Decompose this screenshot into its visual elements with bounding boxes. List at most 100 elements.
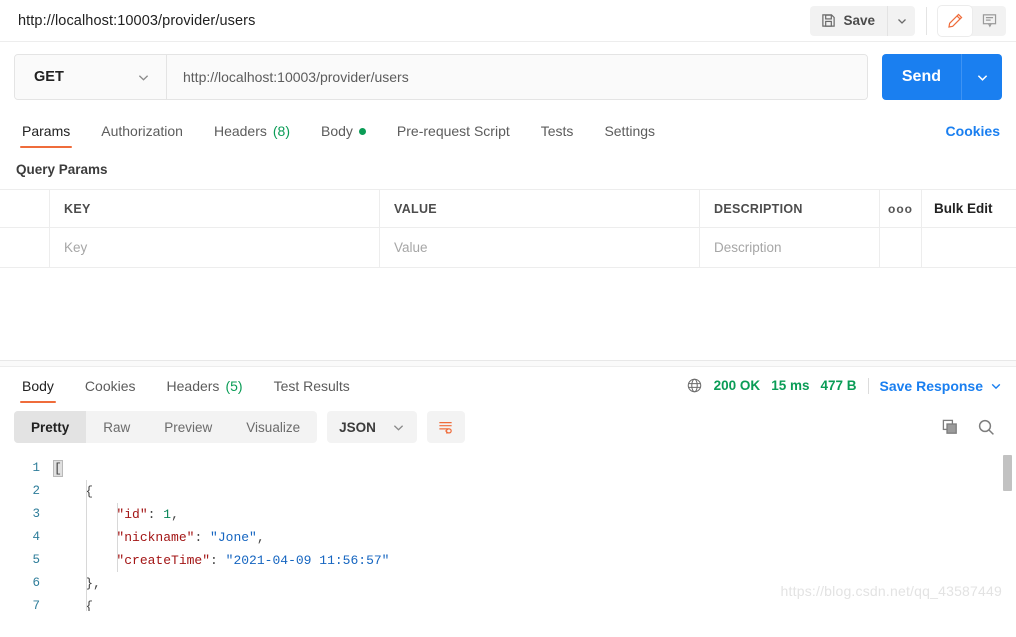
send-button[interactable]: Send	[881, 54, 961, 100]
response-tabs: Body Cookies Headers (5) Test Results 20…	[0, 367, 1016, 403]
headers-count-badge: (8)	[272, 123, 290, 139]
response-size: 477 B	[820, 378, 857, 393]
query-params-table: KEY VALUE DESCRIPTION ooo Bulk Edit Key …	[0, 189, 1016, 268]
send-dropdown-button[interactable]	[961, 54, 1002, 100]
chevron-down-icon	[990, 380, 1002, 392]
comment-button[interactable]	[972, 6, 1006, 36]
request-empty-area	[0, 268, 1016, 360]
response-actions	[941, 418, 1002, 437]
chevron-down-icon	[976, 71, 989, 84]
chevron-down-icon	[137, 71, 150, 84]
response-status-bar: 200 OK 15 ms 477 B Save Response	[686, 377, 1002, 403]
view-mode-preview[interactable]: Preview	[147, 411, 229, 443]
search-icon	[977, 418, 996, 437]
response-tab-headers[interactable]: Headers (5)	[157, 378, 253, 403]
code-token: {	[54, 599, 94, 611]
top-bar: http://localhost:10003/provider/users Sa…	[0, 0, 1016, 42]
header-value: VALUE	[380, 190, 700, 227]
url-row: GET http://localhost:10003/provider/user…	[0, 42, 1016, 114]
param-key-input[interactable]: Key	[50, 228, 380, 267]
tab-tests[interactable]: Tests	[531, 123, 584, 148]
cookies-link[interactable]: Cookies	[946, 123, 1002, 148]
tab-params[interactable]: Params	[12, 123, 80, 148]
row-checkbox-cell[interactable]	[0, 228, 50, 267]
status-divider	[867, 377, 869, 394]
more-options-button[interactable]: ooo	[880, 190, 922, 227]
response-body-viewer[interactable]: 1[2 {3 "id": 1, 4 "nickname": "Jone", 5 "c…	[0, 451, 1016, 611]
view-mode-raw[interactable]: Raw	[86, 411, 147, 443]
code-line: 4 "nickname": "Jone",	[0, 526, 1016, 549]
format-select[interactable]: JSON	[327, 411, 417, 443]
bulk-edit-button[interactable]: Bulk Edit	[922, 190, 1016, 227]
edit-mode-button[interactable]	[938, 5, 972, 36]
row-options-cell	[880, 228, 922, 267]
search-button[interactable]	[977, 418, 996, 437]
url-input[interactable]: http://localhost:10003/provider/users	[167, 55, 867, 99]
format-label: JSON	[339, 419, 376, 435]
globe-icon	[686, 377, 703, 394]
url-bar: GET http://localhost:10003/provider/user…	[14, 54, 868, 100]
code-token: :	[194, 530, 211, 545]
save-button[interactable]: Save	[810, 5, 887, 36]
view-mode-toggle	[938, 5, 1006, 36]
param-description-input[interactable]: Description	[700, 228, 880, 267]
tab-label: Body	[22, 378, 54, 394]
save-button-group: Save	[810, 5, 915, 36]
method-label: GET	[34, 69, 64, 85]
floppy-disk-icon	[821, 13, 836, 28]
response-view-toolbar: Pretty Raw Preview Visualize JSON	[0, 403, 1016, 451]
code-token: "createTime"	[116, 553, 211, 568]
response-vertical-scrollbar[interactable]	[1003, 455, 1012, 491]
code-token: "id"	[116, 507, 148, 522]
tab-pre-request-script[interactable]: Pre-request Script	[387, 123, 520, 148]
chevron-down-icon	[896, 15, 908, 27]
line-number: 4	[32, 530, 40, 544]
tab-label: Pre-request Script	[396, 123, 510, 139]
table-header-row: KEY VALUE DESCRIPTION ooo Bulk Edit	[0, 190, 1016, 228]
save-response-button[interactable]: Save Response	[880, 378, 1003, 394]
code-token: "Jone"	[210, 530, 257, 545]
line-number: 6	[32, 576, 40, 590]
top-bar-actions: Save	[810, 5, 1006, 36]
tab-body[interactable]: Body	[311, 123, 376, 148]
header-key: KEY	[50, 190, 380, 227]
chevron-down-icon	[392, 421, 405, 434]
param-value-input[interactable]: Value	[380, 228, 700, 267]
code-token: ,	[256, 530, 265, 545]
code-token: :	[210, 553, 226, 568]
query-params-title: Query Params	[16, 162, 108, 177]
response-headers-count-badge: (5)	[225, 378, 243, 394]
method-select[interactable]: GET	[15, 55, 167, 99]
code-line: 3 "id": 1,	[0, 503, 1016, 526]
row-trailing-cell	[922, 228, 1016, 267]
code-line: 7 {	[0, 595, 1016, 611]
view-mode-pretty[interactable]: Pretty	[14, 411, 87, 443]
response-tab-test-results[interactable]: Test Results	[264, 378, 360, 403]
word-wrap-button[interactable]	[426, 411, 465, 443]
indent-guide	[117, 503, 118, 572]
tab-headers[interactable]: Headers (8)	[204, 123, 300, 148]
response-tab-body[interactable]: Body	[12, 378, 64, 403]
copy-button[interactable]	[941, 418, 959, 436]
tab-label: Test Results	[273, 378, 350, 394]
tab-label: Body	[321, 123, 353, 139]
tab-label: Headers	[213, 123, 267, 139]
tab-label: Authorization	[101, 123, 183, 139]
code-token: [	[53, 460, 63, 477]
code-token: "nickname"	[116, 530, 195, 545]
postman-window: http://localhost:10003/provider/users Sa…	[0, 0, 1016, 637]
code-line: 5 "createTime": "2021-04-09 11:56:57"	[0, 549, 1016, 572]
line-number: 2	[32, 484, 40, 498]
code-line: 2 {	[0, 480, 1016, 503]
view-mode-visualize[interactable]: Visualize	[229, 411, 317, 443]
code-text: [	[53, 457, 63, 480]
response-tab-cookies[interactable]: Cookies	[75, 378, 146, 403]
save-dropdown-button[interactable]	[887, 5, 915, 36]
pencil-icon	[947, 12, 964, 29]
tab-settings[interactable]: Settings	[594, 123, 665, 148]
tab-authorization[interactable]: Authorization	[91, 123, 193, 148]
status-code: 200 OK	[713, 378, 761, 393]
request-tabs: Params Authorization Headers (8) Body Pr…	[0, 114, 1016, 148]
description-placeholder: Description	[714, 240, 782, 255]
send-button-group: Send	[881, 54, 1002, 100]
